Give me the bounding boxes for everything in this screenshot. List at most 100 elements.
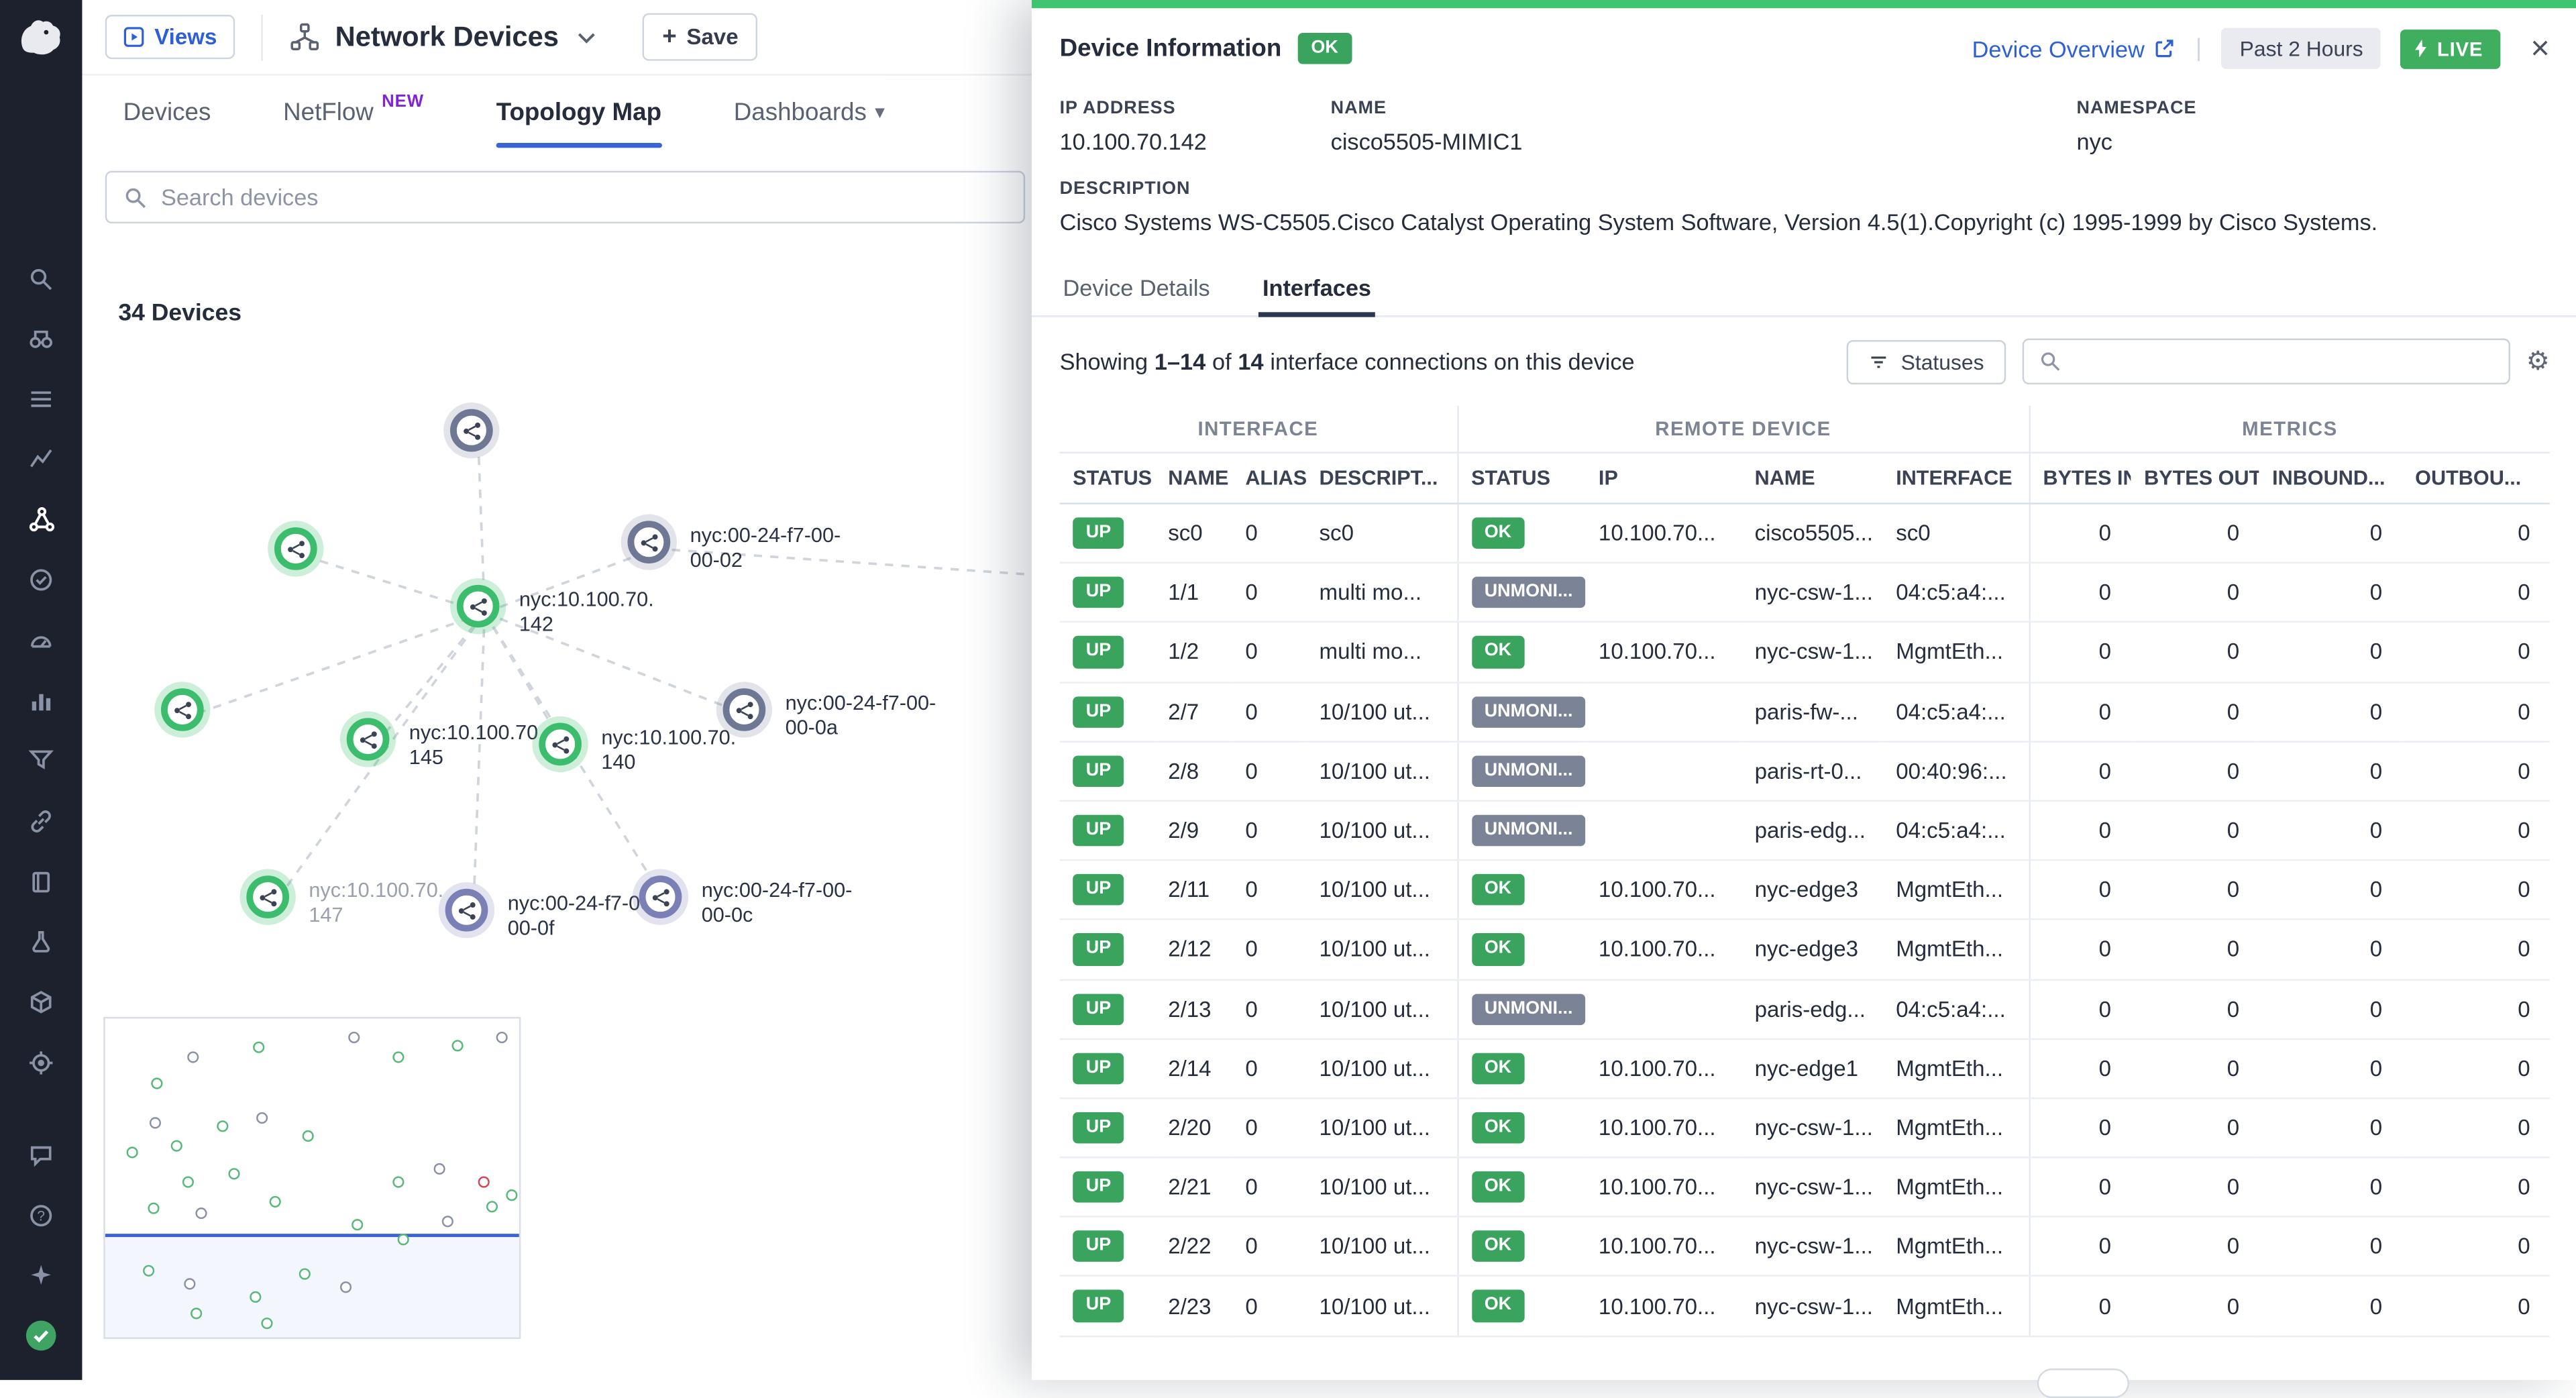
minimap-dot — [127, 1146, 138, 1158]
column-header-name[interactable]: NAME — [1741, 453, 1883, 504]
interface-status-badge: UP — [1073, 755, 1124, 787]
minimap-dot — [442, 1216, 453, 1227]
chat-icon[interactable] — [0, 1135, 82, 1175]
interface-row[interactable]: UP2/20010/100 ut...OK10.100.70...nyc-csw… — [1060, 1098, 2550, 1158]
statuses-filter-button[interactable]: Statuses — [1847, 339, 2006, 384]
tab-topology-map[interactable]: Topology Map — [496, 76, 661, 148]
interface-row[interactable]: UP2/12010/100 ut...OK10.100.70...nyc-edg… — [1060, 920, 2550, 979]
column-header-descript[interactable]: DESCRIPT... — [1306, 453, 1457, 504]
minimap[interactable] — [103, 1017, 521, 1339]
network-map-icon[interactable] — [0, 499, 82, 539]
gear-icon[interactable]: ⚙ — [2526, 345, 2550, 378]
column-header-outbou[interactable]: OUTBOU... — [2402, 453, 2550, 504]
tab-dashboards[interactable]: Dashboards▾ — [734, 76, 885, 148]
interface-row[interactable]: UPsc00sc0OK10.100.70...cisco5505...sc000… — [1060, 504, 2550, 563]
minimap-dot — [184, 1278, 195, 1289]
pagination[interactable] — [2037, 1368, 2129, 1398]
device-node[interactable] — [539, 723, 582, 766]
interface-row[interactable]: UP2/11010/100 ut...OK10.100.70...nyc-edg… — [1060, 860, 2550, 920]
cell-rd-ip: 10.100.70... — [1585, 1038, 1741, 1098]
remote-status-badge: OK — [1471, 1112, 1525, 1144]
cell-rd-ip: 10.100.70... — [1585, 504, 1741, 563]
device-node[interactable] — [639, 875, 682, 918]
panel-title: Device Information — [1060, 34, 1282, 62]
cell-rd-name: nyc-edge3 — [1741, 860, 1883, 920]
interface-row[interactable]: UP2/23010/100 ut...OK10.100.70...nyc-csw… — [1060, 1277, 2550, 1336]
tab-devices[interactable]: Devices — [123, 76, 211, 148]
infrastructure-list-icon[interactable] — [0, 380, 82, 419]
cell-if-name: 2/9 — [1155, 801, 1232, 861]
device-node[interactable] — [450, 409, 493, 452]
device-node[interactable] — [628, 521, 671, 563]
cell-rd-interface: MgmtEth... — [1883, 920, 2029, 979]
monitors-check-icon[interactable] — [0, 560, 82, 600]
column-header-bytes-out[interactable]: BYTES OUT — [2131, 453, 2259, 504]
device-fields: IP ADDRESS10.100.70.142NAMEcisco5505-MIM… — [1032, 85, 2576, 154]
column-header-interface[interactable]: INTERFACE — [1883, 453, 2029, 504]
interface-row[interactable]: UP2/22010/100 ut...OK10.100.70...nyc-csw… — [1060, 1217, 2550, 1277]
column-header-bytes-in[interactable]: BYTES IN — [2029, 453, 2131, 504]
minimap-dot — [506, 1189, 517, 1201]
device-node[interactable] — [161, 688, 204, 731]
funnel-icon[interactable] — [0, 739, 82, 779]
save-button[interactable]: + Save — [643, 13, 758, 61]
help-icon[interactable]: ? — [0, 1196, 82, 1236]
gauge-icon[interactable] — [0, 621, 82, 661]
device-node[interactable] — [274, 527, 317, 570]
live-toggle[interactable]: LIVE — [2401, 29, 2501, 68]
remote-status-badge: OK — [1471, 517, 1525, 549]
bar-chart-icon[interactable] — [0, 682, 82, 721]
cell-if-status: UP — [1060, 504, 1155, 563]
panel-tab-device-details[interactable]: Device Details — [1060, 260, 1214, 315]
interface-row[interactable]: UP2/9010/100 ut...UNMONI...paris-edg...0… — [1060, 801, 2550, 861]
cell-rd-name: nyc-csw-1... — [1741, 623, 1883, 682]
sparkle-icon[interactable] — [0, 1255, 82, 1295]
interface-row[interactable]: UP2/7010/100 ut...UNMONI...paris-fw-...0… — [1060, 682, 2550, 741]
search-icon[interactable] — [0, 260, 82, 299]
column-header-status[interactable]: STATUS — [1457, 453, 1585, 504]
cell-bytes-in: 0 — [2029, 860, 2131, 920]
time-range-button[interactable]: Past 2 Hours — [2222, 28, 2381, 69]
cell-rd-status: OK — [1457, 920, 1585, 979]
device-node[interactable] — [445, 889, 488, 932]
network-node-icon — [257, 886, 278, 908]
interface-row[interactable]: UP2/13010/100 ut...UNMONI...paris-edg...… — [1060, 979, 2550, 1039]
column-header-alias[interactable]: ALIAS — [1232, 453, 1306, 504]
interface-row[interactable]: UP2/14010/100 ut...OK10.100.70...nyc-edg… — [1060, 1038, 2550, 1098]
column-header-ip[interactable]: IP — [1585, 453, 1741, 504]
device-overview-link[interactable]: Device Overview — [1972, 36, 2176, 62]
target-icon[interactable] — [0, 1043, 82, 1083]
interface-row[interactable]: UP1/10multi mo...UNMONI...nyc-csw-1...04… — [1060, 563, 2550, 623]
column-header-name[interactable]: NAME — [1155, 453, 1232, 504]
notebook-icon[interactable] — [0, 863, 82, 902]
cell-rd-name: nyc-csw-1... — [1741, 1217, 1883, 1277]
device-node[interactable] — [246, 875, 289, 918]
views-button[interactable]: Views — [105, 15, 235, 59]
device-node[interactable] — [347, 718, 390, 761]
device-node[interactable] — [457, 585, 500, 628]
column-header-inbound[interactable]: INBOUND... — [2259, 453, 2402, 504]
flask-icon[interactable] — [0, 922, 82, 961]
interfaces-search-input[interactable] — [2073, 349, 2493, 374]
interface-row[interactable]: UP1/20multi mo...OK10.100.70...nyc-csw-1… — [1060, 623, 2550, 682]
close-icon[interactable]: × — [2530, 32, 2550, 65]
device-node[interactable] — [723, 688, 766, 731]
metrics-icon[interactable] — [0, 439, 82, 478]
cell-rd-status: OK — [1457, 504, 1585, 563]
agent-status-icon[interactable] — [0, 1316, 82, 1356]
interface-row[interactable]: UP2/8010/100 ut...UNMONI...paris-rt-0...… — [1060, 741, 2550, 801]
cell-rd-name: cisco5505... — [1741, 504, 1883, 563]
datadog-logo-icon[interactable] — [16, 15, 65, 64]
watchdog-icon[interactable] — [0, 319, 82, 358]
minimap-dot — [187, 1051, 199, 1063]
link-icon[interactable] — [0, 802, 82, 841]
device-search-input[interactable] — [161, 184, 1007, 210]
minimap-dot — [195, 1207, 207, 1219]
interface-row[interactable]: UP2/21010/100 ut...OK10.100.70...nyc-csw… — [1060, 1157, 2550, 1217]
tab-netflow[interactable]: NetFlowNEW — [283, 76, 424, 148]
panel-tab-interfaces[interactable]: Interfaces — [1259, 260, 1375, 315]
column-header-status[interactable]: STATUS — [1060, 453, 1155, 504]
cube-icon[interactable] — [0, 982, 82, 1022]
device-count: 34 Devices — [118, 301, 241, 327]
page-title[interactable]: Network Devices — [289, 21, 596, 54]
